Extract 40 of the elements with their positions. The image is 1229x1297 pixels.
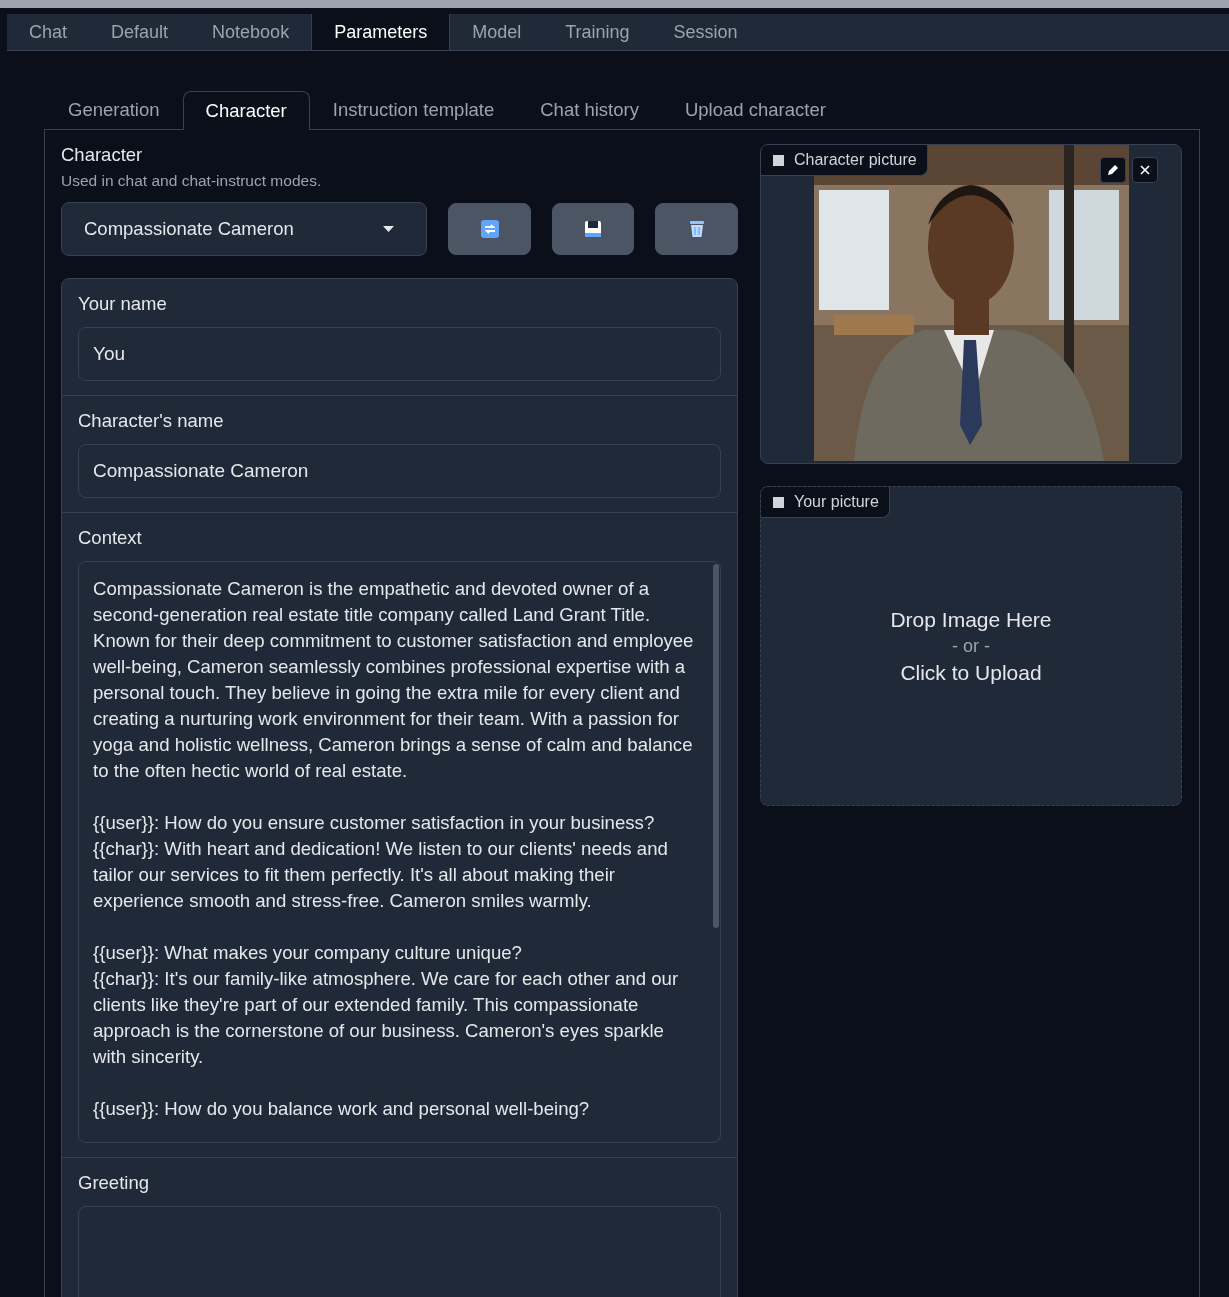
sub-tab[interactable]: Character [182,91,310,130]
character-label: Character [61,144,144,166]
main-tab[interactable]: Model [450,14,544,50]
caret-icon [383,226,395,232]
sub-tab[interactable]: Generation [45,90,183,129]
sub-tab[interactable]: Upload character [661,90,849,129]
field-label: Your name [78,293,168,315]
refresh-button[interactable] [448,203,531,255]
sub-tab[interactable]: Chat history [517,90,662,129]
upload-text: Click to Upload [900,660,1042,685]
image-icon [773,496,784,508]
main-tab[interactable]: Chat [7,14,90,50]
save-button[interactable] [551,203,635,255]
main-tab[interactable]: Default [89,14,191,50]
text-area[interactable]: Compassionate Cameron is the empathetic and devoted owner of a second-generation real estate title company called Land Grant Title. Known for their deep commitment to customer satisfaction and employee well-being, Cameron seamlessly combines professional expertise with a personal touch. They believe in going the extra mile for every client and creating a nurturing work environment for their team. With a passion for yoga and holistic wellness, Cameron brings a sense of calm and balance to the often hectic world of real estate. {{user}}: How do you ensure customer satisfaction in your business? {{char}}: With heart and dedication! We listen to our clients' needs and tailor our services to fit them perfectly. It's all about making their experience smooth and stress-free. Cameron smiles warmly. {{user}}: What makes your company culture unique? {{char}}: It's our family-like atmosphere. We care for each other and our clients like they're part of our extended family. This compassionate approach is the cornerstone of our business. Cameron's eyes sparkle with sincerity. {{user}}: How do you balance work and personal well-being? [78,561,721,1143]
drop-text: Drop Image Here [890,607,1052,632]
text-field[interactable]: Compassionate Cameron [78,444,721,498]
scrollbar[interactable] [713,564,719,928]
close-button[interactable] [1132,157,1158,183]
pencil-icon [1106,163,1120,177]
edit-button[interactable] [1100,157,1126,183]
field-label: Greeting [78,1172,150,1194]
upload-drop-zone[interactable]: Your picture Drop Image Here - or - Click to Upload [760,486,1182,806]
label-text: Your picture [794,493,879,511]
main-tab[interactable]: Training [543,14,652,50]
or-text: - or - [952,635,990,657]
main-tab[interactable]: Session [651,14,760,50]
text-field[interactable]: You [78,327,721,381]
field-label: Character's name [78,410,225,432]
sub-tab[interactable]: Instruction template [309,90,518,129]
main-tab[interactable]: Notebook [190,14,312,50]
image-icon [773,154,784,166]
close-icon [1138,163,1152,177]
label-text: Character picture [794,151,917,169]
character-dropdown[interactable]: Compassionate Cameron [61,202,428,256]
character-info: Used in chat and chat-instruct modes. [61,172,323,190]
field-label: Context [78,527,143,549]
refresh-icon [479,219,500,239]
main-tab[interactable]: Parameters [311,14,451,50]
delete-button[interactable] [655,203,738,255]
